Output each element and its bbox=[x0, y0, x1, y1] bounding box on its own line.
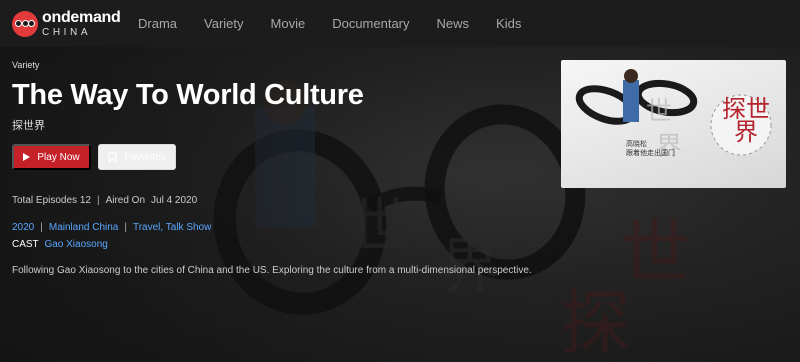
divider: | bbox=[40, 222, 43, 233]
logo-text-top: ondemand bbox=[42, 8, 121, 26]
nav-item-kids[interactable]: Kids bbox=[496, 16, 521, 31]
logo-icon bbox=[12, 10, 38, 37]
favorites-button[interactable]: Favorites bbox=[98, 144, 176, 170]
play-now-button[interactable]: Play Now bbox=[12, 144, 91, 170]
thumbnail-caption-name: 高晓松 bbox=[626, 141, 647, 148]
aired-on-label: Aired On bbox=[105, 195, 146, 206]
main-nav: Drama Variety Movie Documentary News Kid… bbox=[138, 16, 548, 31]
show-subtitle: 探世界 bbox=[12, 120, 45, 132]
genre-link[interactable]: Travel, Talk Show bbox=[133, 222, 211, 233]
region-link[interactable]: Mainland China bbox=[49, 222, 119, 233]
svg-text:世: 世 bbox=[646, 97, 672, 127]
play-now-label: Play Now bbox=[37, 151, 80, 163]
show-thumbnail[interactable]: 世 界 探世界 高晓松 跟着他走出国门 bbox=[561, 60, 786, 188]
show-tags: 2020 | Mainland China | Travel, Talk Sho… bbox=[12, 222, 211, 233]
year-link[interactable]: 2020 bbox=[12, 222, 34, 233]
logo-text-bottom: CHINA bbox=[42, 26, 92, 38]
thumbnail-title: 探世界 bbox=[722, 95, 770, 146]
ondemand-china-logo[interactable]: ondemand CHINA bbox=[12, 8, 122, 38]
cast-label: CAST bbox=[12, 239, 39, 250]
aired-on-value: Jul 4 2020 bbox=[151, 195, 198, 206]
total-episodes: Total Episodes 12 bbox=[12, 195, 91, 206]
thumbnail-caption-line: 跟着他走出国门 bbox=[626, 150, 675, 158]
thumbnail-caption: 高晓松 跟着他走出国门 bbox=[626, 140, 675, 159]
divider: | bbox=[96, 195, 100, 206]
nav-item-drama[interactable]: Drama bbox=[138, 16, 177, 31]
show-description: Following Gao Xiaosong to the cities of … bbox=[12, 265, 532, 276]
cast-link[interactable]: Gao Xiaosong bbox=[44, 239, 107, 250]
nav-item-variety[interactable]: Variety bbox=[204, 16, 244, 31]
play-icon bbox=[23, 153, 31, 161]
top-nav-bar: ondemand CHINA Drama Variety Movie Docum… bbox=[0, 0, 800, 47]
divider: | bbox=[124, 222, 127, 233]
show-category[interactable]: Variety bbox=[12, 60, 39, 70]
favorites-label: Favorites bbox=[124, 151, 166, 163]
episode-meta: Total Episodes 12 | Aired On Jul 4 2020 bbox=[12, 195, 197, 206]
show-title: The Way To World Culture bbox=[12, 79, 364, 111]
show-hero: 世 探 世 界 Variety The Way To World Culture… bbox=[0, 47, 800, 362]
bookmark-icon bbox=[108, 151, 118, 163]
nav-item-news[interactable]: News bbox=[437, 16, 470, 31]
nav-item-movie[interactable]: Movie bbox=[271, 16, 306, 31]
nav-item-documentary[interactable]: Documentary bbox=[332, 16, 409, 31]
cast-row: CAST Gao Xiaosong bbox=[12, 239, 108, 250]
